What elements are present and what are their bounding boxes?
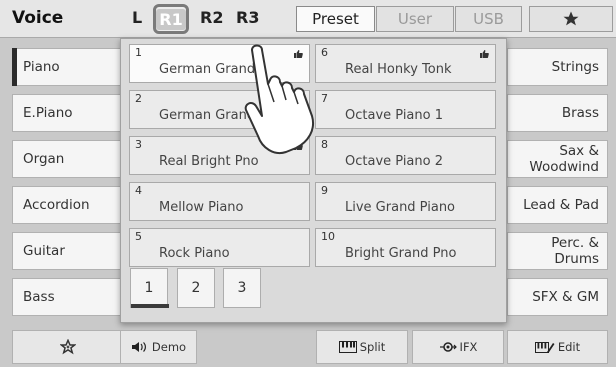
edit-button[interactable]: Edit <box>507 330 608 364</box>
category-perc-drums[interactable]: Perc. & Drums <box>507 232 608 270</box>
voice-number: 7 <box>321 92 328 105</box>
voice-number: 5 <box>135 230 142 243</box>
category-guitar[interactable]: Guitar <box>12 232 124 270</box>
voice-number: 6 <box>321 46 328 59</box>
voice-name: Octave Piano 1 <box>345 108 443 123</box>
category-label: Guitar <box>23 243 65 259</box>
category-label: Brass <box>561 105 599 121</box>
part-r1-button[interactable]: R1 <box>153 4 189 34</box>
voice-name: Rock Piano <box>159 246 230 261</box>
voice-name: Mellow Piano <box>159 200 244 215</box>
part-r3-button[interactable]: R3 <box>236 8 259 27</box>
tab-favorites[interactable] <box>529 6 613 32</box>
thumbs-up-icon <box>294 142 303 150</box>
voice-name: Real Honky Tonk <box>345 62 452 77</box>
voice-name: Octave Piano 2 <box>345 154 443 169</box>
star-outline-icon <box>60 339 76 355</box>
voice-item-8[interactable]: 8 Octave Piano 2 <box>315 136 496 175</box>
voice-number: 1 <box>135 46 142 59</box>
split-button[interactable]: Split <box>316 330 408 364</box>
voice-number: 2 <box>135 92 142 105</box>
category-label: Bass <box>23 289 55 305</box>
tab-user[interactable]: User <box>376 6 454 32</box>
page-button-1[interactable]: 1 <box>130 268 169 308</box>
category-accordion[interactable]: Accordion <box>12 186 124 224</box>
category-label: E.Piano <box>23 105 73 121</box>
category-label: Perc. & Drums <box>551 235 599 267</box>
part-l-button[interactable]: L <box>132 8 142 27</box>
category-bass[interactable]: Bass <box>12 278 124 316</box>
voice-name: Real Bright Pno <box>159 154 259 169</box>
voice-name: Bright Grand Pno <box>345 246 457 261</box>
category-organ[interactable]: Organ <box>12 140 124 178</box>
favorite-add-button[interactable] <box>12 330 124 364</box>
category-label: Sax & Woodwind <box>529 143 599 175</box>
keyboard-edit-icon <box>534 341 555 353</box>
category-lead-pad[interactable]: Lead & Pad <box>507 186 608 224</box>
part-r2-button[interactable]: R2 <box>200 8 223 27</box>
voice-item-6[interactable]: 6 Real Honky Tonk <box>315 44 496 83</box>
category-piano[interactable]: Piano <box>12 48 124 86</box>
demo-label: Demo <box>151 340 187 354</box>
category-label: Accordion <box>23 197 90 213</box>
effects-label: IFX <box>459 340 478 354</box>
page-title: Voice <box>12 8 64 28</box>
voice-item-5[interactable]: 5 Rock Piano <box>129 228 310 267</box>
voice-name: Live Grand Piano <box>345 200 456 215</box>
edit-label: Edit <box>557 340 581 354</box>
category-label: Piano <box>23 59 60 75</box>
header-bar: Voice L R1 R2 R3 Preset User USB <box>0 0 616 38</box>
tab-usb[interactable]: USB <box>455 6 522 32</box>
category-label: Organ <box>23 151 65 167</box>
thumbs-up-icon <box>294 50 303 58</box>
voice-list-popup: 1 German Grand 2 German Grand 2 3 Real B… <box>120 38 507 323</box>
category-strings[interactable]: Strings <box>507 48 608 86</box>
voice-item-9[interactable]: 9 Live Grand Piano <box>315 182 496 221</box>
category-sfx-gm[interactable]: SFX & GM <box>507 278 608 316</box>
thumbs-up-icon <box>480 50 489 58</box>
page-button-3[interactable]: 3 <box>223 268 261 308</box>
voice-item-1[interactable]: 1 German Grand <box>129 44 310 83</box>
voice-number: 10 <box>321 230 335 243</box>
category-label: Lead & Pad <box>523 197 599 213</box>
speaker-icon <box>131 342 146 352</box>
voice-number: 4 <box>135 184 142 197</box>
voice-number: 8 <box>321 138 328 151</box>
split-label: Split <box>359 340 386 354</box>
voice-item-3[interactable]: 3 Real Bright Pno <box>129 136 310 175</box>
category-brass[interactable]: Brass <box>507 94 608 132</box>
tab-preset[interactable]: Preset <box>296 6 375 32</box>
voice-name: German Grand <box>159 62 256 77</box>
category-sax-woodwind[interactable]: Sax & Woodwind <box>507 140 608 178</box>
part-r1-label: R1 <box>156 8 186 30</box>
voice-name: German Grand 2 <box>159 108 268 123</box>
page-button-2[interactable]: 2 <box>177 268 215 308</box>
category-label: SFX & GM <box>532 289 599 305</box>
effects-icon <box>439 342 457 352</box>
voice-item-10[interactable]: 10 Bright Grand Pno <box>315 228 496 267</box>
category-e-piano[interactable]: E.Piano <box>12 94 124 132</box>
star-icon <box>563 11 579 26</box>
effects-button[interactable]: IFX <box>412 330 504 364</box>
voice-number: 9 <box>321 184 328 197</box>
demo-button[interactable]: Demo <box>120 330 197 364</box>
voice-item-7[interactable]: 7 Octave Piano 1 <box>315 90 496 129</box>
voice-number: 3 <box>135 138 142 151</box>
category-label: Strings <box>551 59 599 75</box>
keyboard-split-icon <box>338 341 357 353</box>
voice-item-2[interactable]: 2 German Grand 2 <box>129 90 310 129</box>
voice-item-4[interactable]: 4 Mellow Piano <box>129 182 310 221</box>
